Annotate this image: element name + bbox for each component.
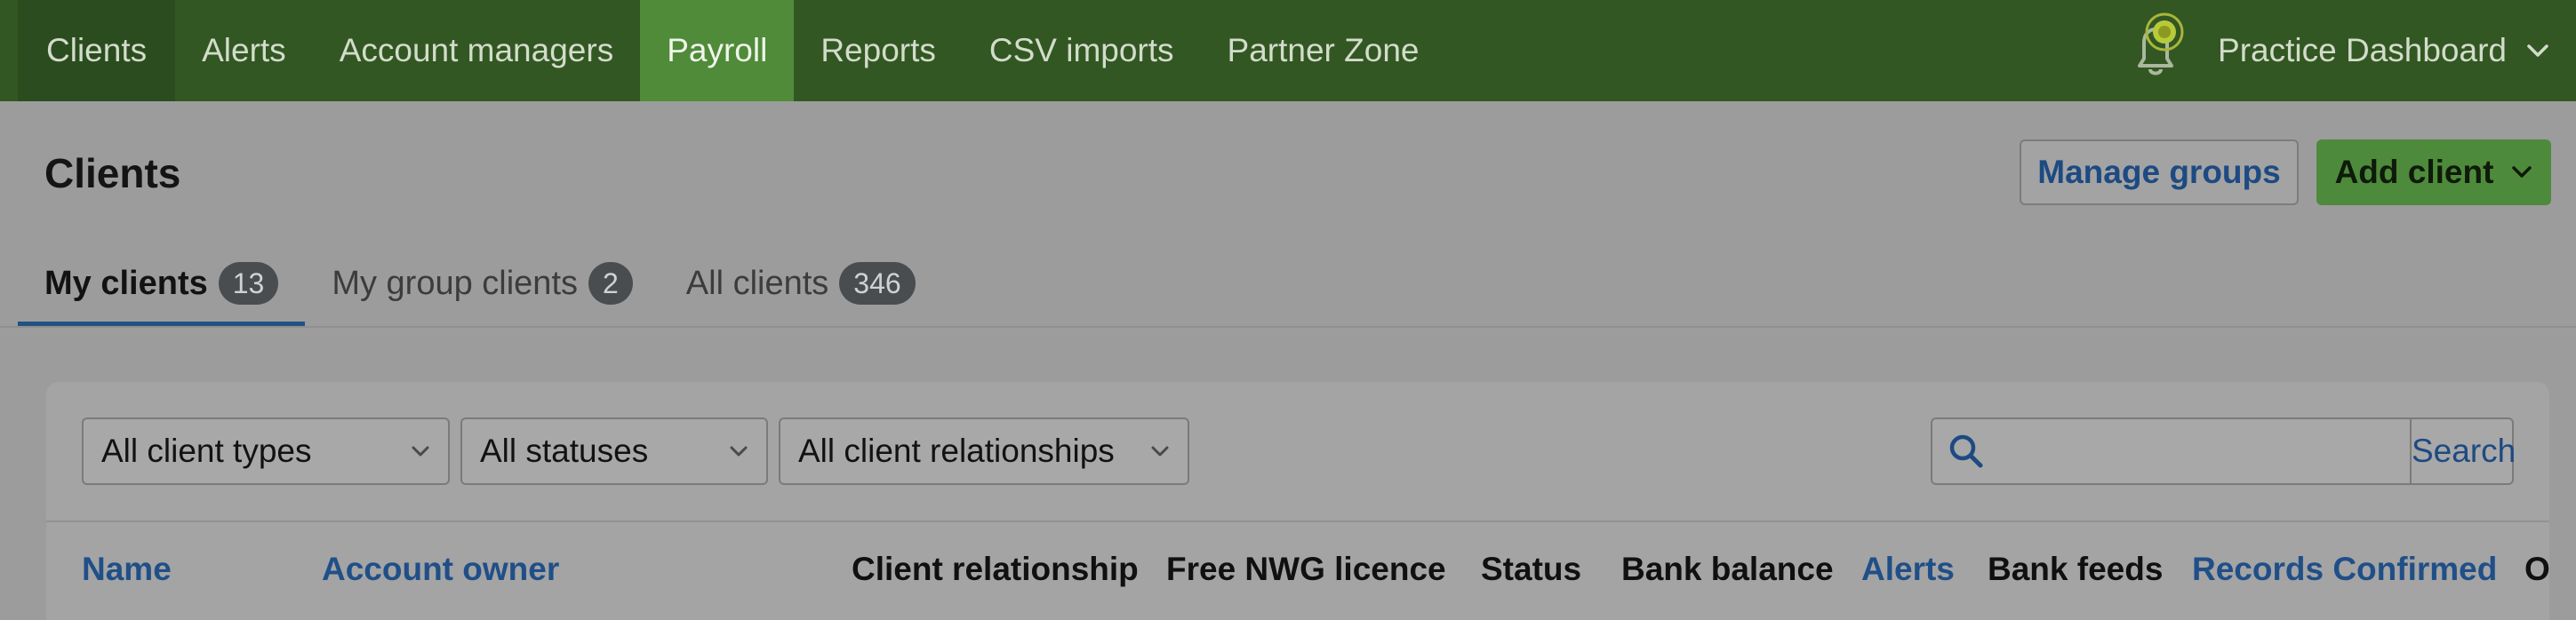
chevron-down-icon [1151, 446, 1169, 457]
column-header-free-nwg-licence: Free NWG licence [1166, 551, 1446, 587]
tab-my-clients[interactable]: My clients 13 [18, 240, 306, 327]
column-header-alerts[interactable]: Alerts [1861, 551, 1955, 588]
add-client-button[interactable]: Add client [2316, 139, 2551, 205]
chevron-down-icon [730, 446, 748, 457]
search-button[interactable]: Search [2410, 419, 2516, 483]
nav-item-payroll[interactable]: Payroll [640, 0, 795, 101]
page-title: Clients [44, 150, 181, 196]
search-field [1932, 419, 2410, 483]
nav-item-partner-zone[interactable]: Partner Zone [1201, 0, 1446, 101]
client-relationship-value: All client relationships [798, 433, 1115, 469]
client-type-select[interactable]: All client types [82, 417, 450, 485]
column-header-name[interactable]: Name [82, 551, 172, 588]
chevron-down-icon [2512, 166, 2532, 178]
tab-all-clients[interactable]: All clients 346 [660, 240, 942, 327]
chevron-down-icon [412, 446, 429, 457]
nav-item-clients[interactable]: Clients [18, 0, 176, 101]
chevron-down-icon [2527, 44, 2548, 57]
column-header-bank-feeds: Bank feeds [1988, 551, 2164, 587]
column-header-client-relationship: Client relationship [852, 551, 1139, 587]
search-box: Search [1931, 417, 2516, 485]
status-value: All statuses [480, 433, 649, 469]
column-header-overflow: O [2524, 551, 2550, 587]
practice-dashboard-label: Practice Dashboard [2218, 32, 2507, 68]
tab-my-group-clients[interactable]: My group clients 2 [305, 240, 659, 327]
tab-label: My clients [44, 264, 208, 302]
client-type-value: All client types [101, 433, 312, 469]
search-icon [1949, 434, 1983, 468]
nav-right-group: Practice Dashboard [2120, 0, 2576, 101]
search-input[interactable] [1996, 419, 2410, 483]
nav-item-reports[interactable]: Reports [794, 0, 963, 101]
count-badge: 13 [218, 261, 279, 306]
client-relationship-select[interactable]: All client relationships [779, 417, 1189, 485]
panel-divider [46, 521, 2549, 522]
tabs-divider [0, 326, 2576, 328]
column-header-status: Status [1481, 551, 1582, 587]
tab-label: All clients [685, 264, 829, 302]
column-header-records-confirmed[interactable]: Records Confirmed [2192, 551, 2497, 588]
nav-item-csv-imports[interactable]: CSV imports [963, 0, 1201, 101]
count-badge: 2 [588, 261, 633, 306]
notification-bell-icon[interactable] [2120, 0, 2191, 101]
column-header-account-owner[interactable]: Account owner [322, 551, 559, 588]
nav-item-account-managers[interactable]: Account managers [313, 0, 641, 101]
client-tabs: My clients 13 My group clients 2 All cli… [18, 240, 942, 327]
notification-bell-glyph [2138, 12, 2184, 76]
column-header-bank-balance: Bank balance [1621, 551, 1834, 587]
status-select[interactable]: All statuses [460, 417, 768, 485]
tab-label: My group clients [332, 264, 578, 302]
practice-dashboard-menu[interactable]: Practice Dashboard [2218, 32, 2549, 69]
count-badge: 346 [839, 261, 916, 306]
top-navigation-bar: Clients Alerts Account managers Payroll … [0, 0, 2576, 101]
nav-item-alerts[interactable]: Alerts [175, 0, 313, 101]
manage-groups-button[interactable]: Manage groups [2020, 139, 2299, 205]
add-client-label: Add client [2334, 154, 2494, 190]
